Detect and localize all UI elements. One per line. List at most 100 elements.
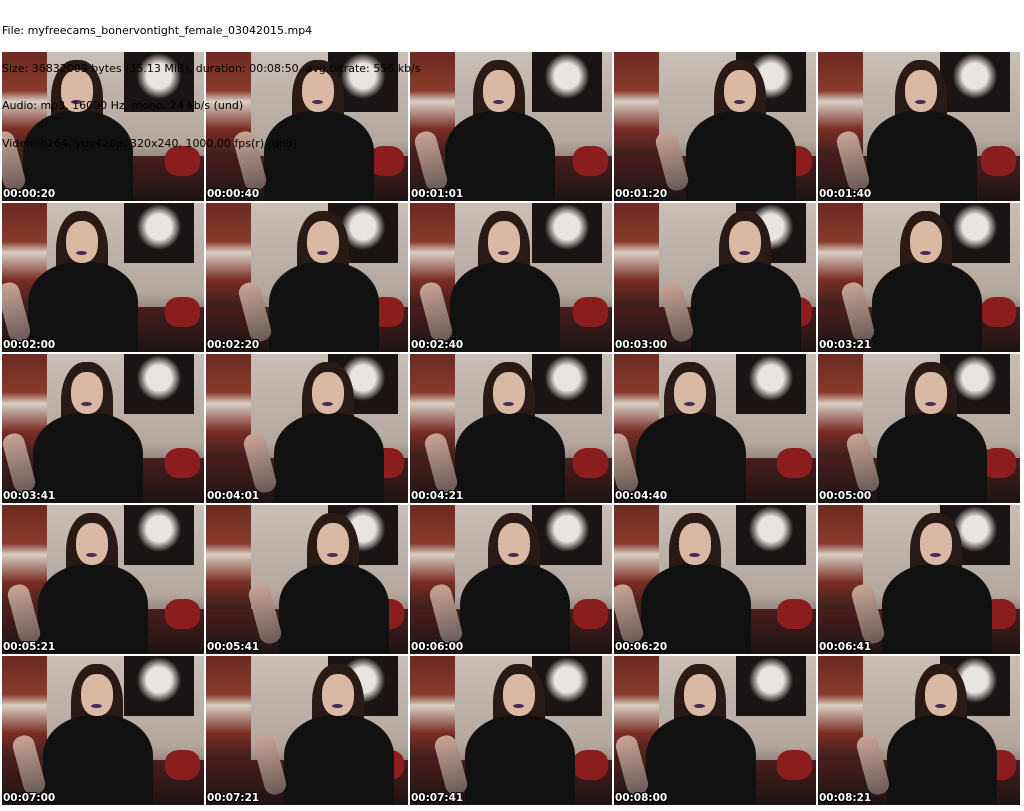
person-figure xyxy=(233,656,408,805)
timestamp-label: 00:07:41 xyxy=(411,792,464,804)
video-thumbnail: 00:06:20 xyxy=(614,505,816,654)
timestamp-label: 00:04:01 xyxy=(207,490,260,502)
video-thumbnail: 00:02:20 xyxy=(206,203,408,352)
torso xyxy=(877,413,987,503)
torso xyxy=(691,262,801,352)
person-figure xyxy=(2,656,194,805)
video-thumbnail: 00:05:41 xyxy=(206,505,408,654)
face xyxy=(322,674,354,716)
timestamp-label: 00:02:40 xyxy=(411,339,464,351)
timestamp-label: 00:08:21 xyxy=(819,792,872,804)
person-figure xyxy=(635,52,816,201)
person-figure xyxy=(831,505,1020,654)
lips xyxy=(513,704,524,708)
torso xyxy=(872,262,982,352)
lips xyxy=(920,251,931,255)
lips xyxy=(493,100,504,104)
face xyxy=(317,523,349,565)
person-figure xyxy=(2,354,184,503)
torso xyxy=(867,111,977,201)
arm xyxy=(427,582,465,646)
lips xyxy=(935,704,946,708)
torso xyxy=(686,111,796,201)
lips xyxy=(91,704,102,708)
video-thumbnail: 00:07:41 xyxy=(410,656,612,805)
lips xyxy=(925,402,936,406)
timestamp-label: 00:03:00 xyxy=(615,339,668,351)
arm xyxy=(658,280,696,344)
video-info: Video: h264, yuv420p, 320x240, 1000.00 f… xyxy=(2,136,298,150)
file-size-duration: Size: 36832009 bytes (35.13 MiB), durati… xyxy=(2,61,421,75)
video-thumbnail: 00:03:21 xyxy=(818,203,1020,352)
face xyxy=(724,70,756,112)
person-figure xyxy=(821,203,1020,352)
face xyxy=(66,221,98,263)
torso xyxy=(279,564,389,654)
timestamp-label: 00:08:00 xyxy=(615,792,668,804)
video-thumbnail: 00:07:21 xyxy=(206,656,408,805)
person-figure xyxy=(228,505,408,654)
person-figure xyxy=(826,354,1020,503)
person-figure xyxy=(410,354,606,503)
arm xyxy=(614,733,651,797)
person-figure xyxy=(614,505,792,654)
timestamp-label: 00:00:20 xyxy=(3,188,56,200)
lips xyxy=(498,251,509,255)
torso xyxy=(274,413,384,503)
face xyxy=(920,523,952,565)
torso xyxy=(887,715,997,805)
person-figure xyxy=(614,656,797,805)
video-thumbnail: 00:06:41 xyxy=(818,505,1020,654)
video-thumbnail: 00:04:40 xyxy=(614,354,816,503)
timestamp-label: 00:05:41 xyxy=(207,641,260,653)
timestamp-label: 00:02:20 xyxy=(207,339,260,351)
person-figure xyxy=(614,354,787,503)
video-thumbnail: 00:01:20 xyxy=(614,52,816,201)
face xyxy=(483,70,515,112)
video-thumbnail: 00:04:01 xyxy=(206,354,408,503)
face xyxy=(71,372,103,414)
face xyxy=(488,221,520,263)
arm xyxy=(432,733,470,797)
timestamp-label: 00:04:40 xyxy=(615,490,668,502)
file-info-header: File: myfreecams_bonervontight_female_03… xyxy=(2,0,421,163)
torso xyxy=(465,715,575,805)
face xyxy=(493,372,525,414)
timestamp-label: 00:06:41 xyxy=(819,641,872,653)
person-figure xyxy=(410,505,611,654)
lips xyxy=(322,402,333,406)
timestamp-label: 00:03:21 xyxy=(819,339,872,351)
lips xyxy=(327,553,338,557)
face xyxy=(503,674,535,716)
video-thumbnail: 00:08:00 xyxy=(614,656,816,805)
face xyxy=(674,372,706,414)
face xyxy=(76,523,108,565)
timestamp-label: 00:03:41 xyxy=(3,490,56,502)
timestamp-label: 00:01:01 xyxy=(411,188,464,200)
video-thumbnail: 00:02:00 xyxy=(2,203,204,352)
timestamp-label: 00:07:00 xyxy=(3,792,56,804)
arm xyxy=(849,582,887,646)
lips xyxy=(734,100,745,104)
video-thumbnail: 00:06:00 xyxy=(410,505,612,654)
face xyxy=(905,70,937,112)
video-thumbnail: 00:03:00 xyxy=(614,203,816,352)
arm xyxy=(5,582,43,646)
video-thumbnail: 00:05:00 xyxy=(818,354,1020,503)
timestamp-label: 00:02:00 xyxy=(3,339,56,351)
video-thumbnail: 00:01:40 xyxy=(818,52,1020,201)
person-figure xyxy=(410,52,596,201)
face xyxy=(679,523,711,565)
arm xyxy=(10,733,48,797)
arm xyxy=(251,733,289,797)
arm xyxy=(246,582,284,646)
lips xyxy=(86,553,97,557)
person-figure xyxy=(223,354,408,503)
arm xyxy=(422,431,460,495)
person-figure xyxy=(410,203,601,352)
face xyxy=(498,523,530,565)
timestamp-label: 00:05:00 xyxy=(819,490,872,502)
torso xyxy=(450,262,560,352)
lips xyxy=(76,251,87,255)
lips xyxy=(317,251,328,255)
